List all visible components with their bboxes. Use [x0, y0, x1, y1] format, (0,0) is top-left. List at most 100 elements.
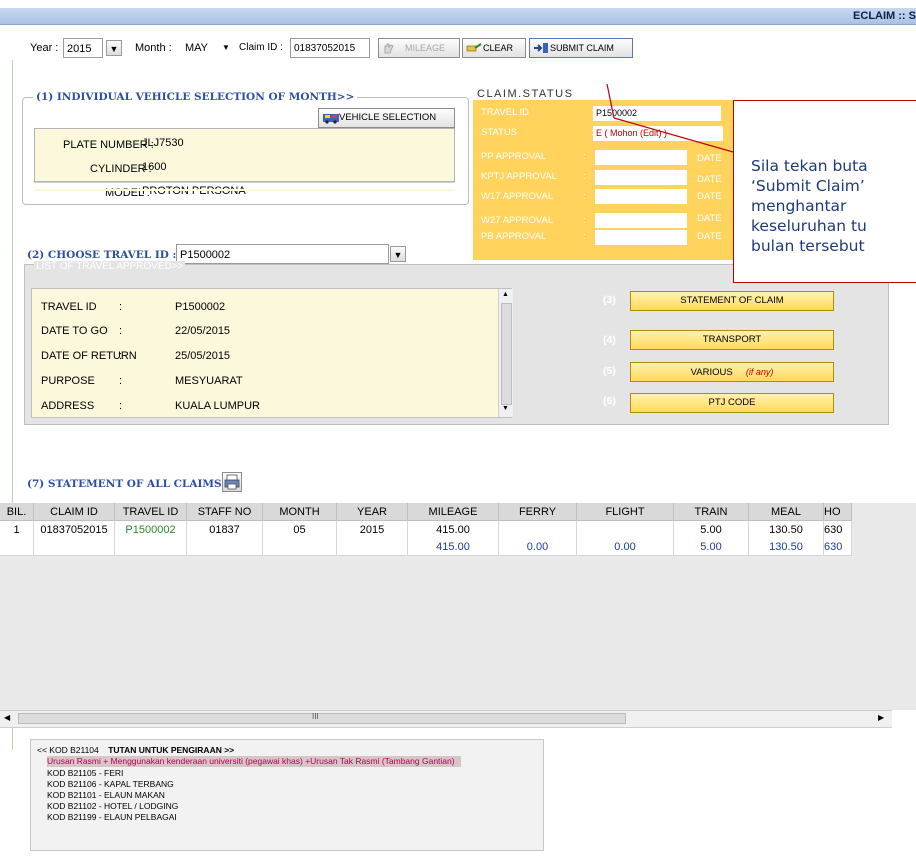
- plate-number-value: JLJ7530: [142, 137, 184, 149]
- year-chevron-down-icon[interactable]: ▼: [106, 40, 122, 56]
- col-header: FLIGHT: [576, 503, 674, 521]
- claims-header-row: BIL. CLAIM ID TRAVEL ID STAFF NO MONTH Y…: [0, 503, 852, 521]
- year-label: Year :: [30, 42, 59, 54]
- travel-list-title: LIST OF TRAVEL APPROVED>>: [34, 261, 186, 272]
- cs-colon-3: :: [583, 151, 586, 162]
- travel-id-select[interactable]: P1500002: [176, 244, 389, 264]
- clear-button[interactable]: CLEAR: [462, 38, 526, 58]
- window-title: ECLAIM :: S: [853, 10, 916, 22]
- tl-colon-5: :: [119, 400, 123, 412]
- tl-date-return-value: 25/05/2015: [175, 350, 231, 362]
- col-header: TRAVEL ID: [114, 503, 187, 521]
- cell-staff-no: 01837: [186, 520, 263, 538]
- year-select[interactable]: 2015: [63, 38, 103, 58]
- vehicle-selection-button[interactable]: VEHICLE SELECTION: [318, 108, 455, 128]
- tot-staff-no: [186, 538, 263, 556]
- various-button[interactable]: VARIOUS (if any): [630, 362, 834, 382]
- claim-id-label: Claim ID :: [239, 42, 283, 53]
- travel-list-scrollbar[interactable]: ▲ ▼: [498, 289, 513, 417]
- scroll-left-icon[interactable]: ◀: [4, 713, 10, 722]
- scroll-up-icon[interactable]: ▲: [502, 291, 509, 298]
- transport-button[interactable]: TRANSPORT: [630, 330, 834, 350]
- kod-item[interactable]: KOD B21101 - ELAUN MAKAN: [47, 790, 165, 801]
- travel-chevron-down-icon[interactable]: ▼: [390, 246, 406, 262]
- vehicle-selection-label: VEHICLE SELECTION: [339, 112, 437, 123]
- statement-of-claim-button[interactable]: STATEMENT OF CLAIM: [630, 291, 834, 311]
- tot-year: [336, 538, 408, 556]
- col-header: FERRY: [498, 503, 577, 521]
- scroll-down-icon[interactable]: ▼: [502, 405, 509, 412]
- tl-date-return-label: DATE OF RETURN: [41, 350, 137, 362]
- tot-train: 5.00: [673, 538, 749, 556]
- window-title-bar: ECLAIM :: S: [0, 0, 916, 27]
- vehicle-divider: [34, 182, 455, 183]
- step-6-number: (6): [603, 395, 616, 407]
- col-header: BIL.: [0, 503, 34, 521]
- month-chevron-down-icon: ▼: [222, 43, 230, 52]
- cs-pb-label: PB APPROVAL: [481, 231, 547, 242]
- tl-date-go-label: DATE TO GO: [41, 325, 108, 337]
- mileage-button-label: MILEAGE: [405, 43, 446, 53]
- h-scroll-grip: III: [312, 712, 319, 721]
- kod-item[interactable]: KOD B21105 - FERI: [47, 768, 123, 779]
- h-scroll-thumb[interactable]: [18, 713, 626, 724]
- cs-pb-date-label: DATE: [697, 231, 722, 242]
- cs-w27-field: [595, 213, 687, 228]
- cs-w27-date-label: DATE: [697, 213, 722, 224]
- col-header: HO: [823, 503, 852, 521]
- kod-highlighted-item[interactable]: Urusan Rasmi + Menggunakan kenderaan uni…: [47, 756, 461, 767]
- cs-colon-6: :: [583, 215, 586, 226]
- step-4-number: (4): [603, 334, 616, 346]
- various-label: VARIOUS: [690, 367, 733, 378]
- ptj-code-button[interactable]: PTJ CODE: [630, 393, 834, 413]
- cell-bil: 1: [0, 520, 34, 538]
- print-button[interactable]: [222, 472, 242, 492]
- cell-train: 5.00: [673, 520, 749, 538]
- scroll-right-icon[interactable]: ▶: [878, 713, 884, 722]
- tl-travel-id-value: P1500002: [175, 301, 226, 313]
- kod-header-main: TUTAN UNTUK PENGIRAAN >>: [108, 745, 235, 755]
- vehicle-section-title: (1) INDIVIDUAL VEHICLE SELECTION OF MONT…: [33, 91, 358, 103]
- car-icon: [322, 112, 339, 124]
- mileage-button[interactable]: MILEAGE: [378, 38, 460, 58]
- cs-w17-date-label: DATE: [697, 191, 722, 202]
- cell-travel-id[interactable]: P1500002: [114, 520, 187, 538]
- month-value: MAY: [185, 42, 209, 54]
- tot-claim-id: [33, 538, 115, 556]
- tot-mileage: 415.00: [407, 538, 499, 556]
- cs-colon-4: :: [583, 171, 586, 182]
- claims-horizontal-scrollbar[interactable]: ◀ III ▶: [0, 710, 892, 728]
- col-header: STAFF NO: [186, 503, 263, 521]
- cs-colon-5: :: [583, 191, 586, 202]
- kod-item[interactable]: KOD B21106 - KAPAL TERBANG: [47, 779, 174, 790]
- submit-claim-button[interactable]: SUBMIT CLAIM: [529, 38, 633, 58]
- title-bar-background: [0, 8, 916, 25]
- totals-row: 415.00 0.00 0.00 5.00 130.50 630: [0, 538, 852, 556]
- tl-travel-id-label: TRAVEL ID: [41, 301, 97, 313]
- various-note: (if any): [745, 367, 774, 377]
- instruction-callout: Sila tekan buta ‘Submit Claim’ menghanta…: [733, 100, 916, 283]
- travel-list-panel: TRAVEL ID : P1500002 DATE TO GO : 22/05/…: [31, 288, 513, 418]
- kod-item[interactable]: KOD B21102 - HOTEL / LODGING: [47, 801, 178, 812]
- scroll-thumb[interactable]: [501, 303, 512, 405]
- callout-pointer: [606, 83, 734, 153]
- cell-hotel: 630: [823, 520, 852, 538]
- claim-id-field[interactable]: 01837052015: [290, 38, 370, 58]
- month-select[interactable]: MAY ▼: [185, 38, 235, 58]
- tot-bil: [0, 538, 34, 556]
- tl-purpose-value: MESYUARAT: [175, 375, 243, 387]
- vehicle-spacer-2: [34, 190, 455, 191]
- cs-travel-id-label: TRAVEL ID: [481, 107, 530, 118]
- col-header: TRAIN: [673, 503, 749, 521]
- col-header: MONTH: [262, 503, 337, 521]
- tl-address-value: KUALA LUMPUR: [175, 400, 260, 412]
- table-row[interactable]: 1 01837052015 P1500002 01837 05 2015 415…: [0, 520, 852, 538]
- tl-purpose-label: PURPOSE: [41, 375, 95, 387]
- statement-section-title: (7) STATEMENT OF ALL CLAIMS: [27, 478, 222, 490]
- hand-icon: [382, 42, 396, 54]
- kod-header: << KOD B21104 TUTAN UNTUK PENGIRAAN >>: [37, 745, 234, 756]
- cs-kptj-field: [595, 170, 687, 185]
- kod-panel: << KOD B21104 TUTAN UNTUK PENGIRAAN >> U…: [30, 739, 544, 851]
- cell-year: 2015: [336, 520, 408, 538]
- kod-item[interactable]: KOD B21199 - ELAUN PELBAGAI: [47, 812, 177, 823]
